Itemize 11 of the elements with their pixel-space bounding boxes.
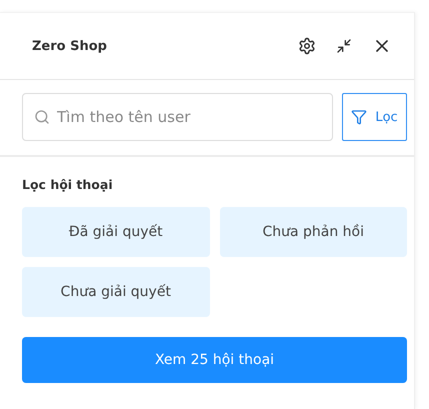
- filter-icon: [351, 109, 368, 125]
- filter-option[interactable]: Chưa giải quyết: [22, 267, 210, 317]
- collapse-icon[interactable]: [336, 38, 352, 54]
- settings-icon[interactable]: [298, 37, 316, 55]
- search-icon: [34, 109, 50, 125]
- search-field[interactable]: Tìm theo tên user: [22, 93, 333, 141]
- filter-heading: Lọc hội thoại: [22, 177, 114, 192]
- filter-option[interactable]: Chưa phản hồi: [220, 207, 407, 257]
- filter-option[interactable]: Đã giải quyết: [22, 207, 210, 257]
- shop-title: Zero Shop: [32, 38, 108, 54]
- filter-button[interactable]: Lọc: [342, 93, 407, 141]
